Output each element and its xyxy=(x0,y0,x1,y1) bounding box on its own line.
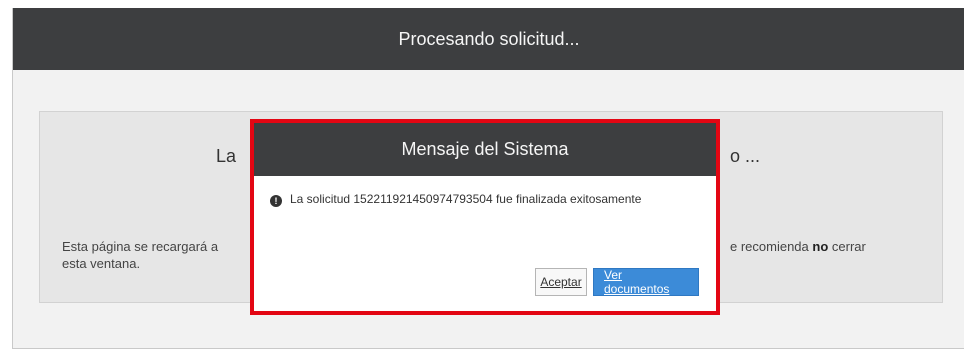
background-text-right-bold: no xyxy=(812,239,829,254)
background-text-right-suffix: cerrar xyxy=(828,239,866,254)
background-heading-left: La xyxy=(216,146,237,166)
processing-dialog-header: Procesando solicitud... xyxy=(13,8,964,70)
highlight-frame xyxy=(250,119,720,315)
background-heading-right: o ... xyxy=(730,146,761,166)
background-text-right: e recomienda no cerrar xyxy=(730,238,930,255)
background-text-line-2: esta ventana. xyxy=(62,256,141,271)
background-text-left: Esta página se recargará a esta ventana. xyxy=(62,238,262,272)
background-text-line-1: Esta página se recargará a xyxy=(62,239,219,254)
background-text-right-prefix: e recomienda xyxy=(730,239,813,254)
processing-dialog-title: Procesando solicitud... xyxy=(398,28,580,49)
